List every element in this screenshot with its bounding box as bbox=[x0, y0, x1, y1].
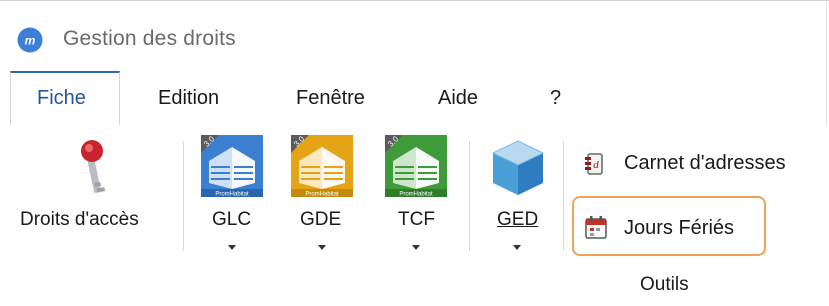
window-title: Gestion des droits bbox=[63, 27, 236, 50]
key-icon bbox=[81, 140, 106, 193]
gde-label: GDE bbox=[300, 209, 342, 230]
tcf-button[interactable]: 3.0 PromHabitat TCF bbox=[382, 133, 452, 273]
separator bbox=[183, 141, 184, 251]
menu-bar: Fiche Edition Fenêtre Aide ? bbox=[0, 71, 829, 126]
gde-dropdown-icon[interactable] bbox=[318, 245, 326, 250]
glc-building-icon: 3.0 PromHabitat bbox=[201, 135, 263, 197]
tcf-building-icon: 3.0 PromHabitat bbox=[385, 135, 447, 197]
menu-edition[interactable]: Edition bbox=[158, 87, 219, 110]
outils-group-label: Outils bbox=[640, 274, 689, 295]
separator bbox=[563, 141, 564, 251]
jours-feries-highlight bbox=[572, 196, 766, 256]
menu-help[interactable]: ? bbox=[550, 87, 561, 110]
svg-text:PromHabitat: PromHabitat bbox=[215, 192, 249, 198]
cube-icon bbox=[491, 140, 545, 195]
menu-fenetre[interactable]: Fenêtre bbox=[296, 87, 365, 110]
address-book-icon: d bbox=[585, 153, 603, 175]
svg-text:m: m bbox=[25, 34, 36, 48]
droits-acces-label: Droits d'accès bbox=[20, 209, 139, 230]
ged-dropdown-icon[interactable] bbox=[513, 245, 521, 250]
app-logo-icon: m bbox=[17, 27, 43, 53]
ged-label: GED bbox=[497, 209, 538, 231]
gde-button[interactable]: 3.0 PromHabitat GDE bbox=[288, 133, 358, 273]
ged-label-text: GED bbox=[497, 209, 539, 230]
glc-dropdown-icon[interactable] bbox=[228, 245, 236, 250]
tcf-dropdown-icon[interactable] bbox=[412, 245, 420, 250]
separator bbox=[469, 141, 470, 251]
menu-tab-fiche-label: Fiche bbox=[37, 87, 86, 109]
gde-building-icon: 3.0 PromHabitat bbox=[291, 135, 353, 197]
menu-aide[interactable]: Aide bbox=[438, 87, 478, 110]
svg-text:PromHabitat: PromHabitat bbox=[399, 192, 433, 198]
glc-button[interactable]: 3.0 PromHabitat GLC bbox=[198, 133, 268, 273]
ribbon: Droits d'accès 3.0 PromHabitat GLC 3.0 P… bbox=[0, 125, 829, 306]
droits-acces-button[interactable]: Droits d'accès bbox=[12, 133, 176, 263]
svg-text:d: d bbox=[593, 159, 599, 171]
glc-label: GLC bbox=[212, 209, 252, 230]
carnet-adresses-label: Carnet d'adresses bbox=[624, 152, 786, 174]
ged-button[interactable]: GED bbox=[483, 133, 553, 273]
tcf-label: TCF bbox=[398, 209, 435, 230]
svg-text:PromHabitat: PromHabitat bbox=[305, 192, 339, 198]
carnet-adresses-button[interactable]: d Carnet d'adresses bbox=[572, 143, 822, 183]
menu-tab-fiche[interactable]: Fiche bbox=[10, 71, 120, 125]
